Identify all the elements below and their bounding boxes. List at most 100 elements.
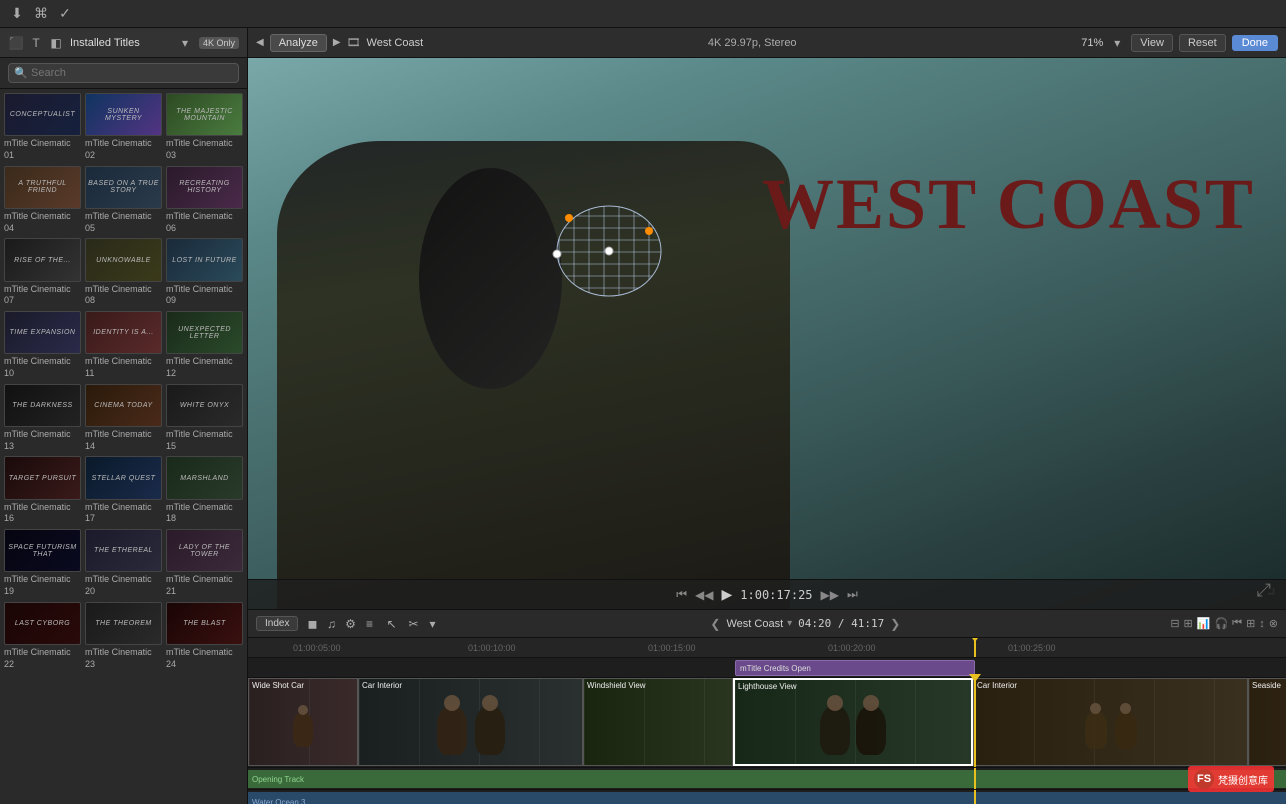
prev-frame-icon[interactable]: ⏮ <box>676 587 687 602</box>
solo-icon[interactable]: ⊗ <box>1269 617 1278 630</box>
analyze-button[interactable]: Analyze <box>270 34 327 52</box>
title-item[interactable]: LAST CYBORGmTitle Cinematic 22 <box>4 602 81 671</box>
clip-car-interior-1[interactable]: Car Interior <box>358 678 583 766</box>
key-icon[interactable]: ⌘ <box>32 5 50 23</box>
main-layout: ⬛ T ◧ Installed Titles ▾ 4K Only 🔍 CONCE… <box>0 28 1286 804</box>
audio-icon[interactable]: ♫ <box>323 616 339 632</box>
zoom-fit-icon[interactable]: ⊟ <box>1170 617 1179 630</box>
forward-arrow-icon[interactable]: ▶ <box>333 37 341 48</box>
cursor-icon[interactable]: ↖ <box>383 616 399 632</box>
title-thumbnail: RECREATING HISTORY <box>166 166 243 209</box>
main-clips-row: Wide Shot Car Car Interior <box>248 678 1286 768</box>
clip-seaside[interactable]: Seaside <box>1248 678 1286 766</box>
title-thumb-text: MARSHLAND <box>178 473 230 484</box>
title-item[interactable]: THE BLASTmTitle Cinematic 24 <box>166 602 243 671</box>
title-item[interactable]: BASED ON A TRUE STORYmTitle Cinematic 05 <box>85 166 162 235</box>
clip-nav-right[interactable]: ❯ <box>890 617 900 631</box>
title-item[interactable]: UNKNOWABLEmTitle Cinematic 08 <box>85 238 162 307</box>
transitions-icon[interactable]: ◧ <box>48 35 64 51</box>
razor-icon[interactable]: ✂ <box>405 616 421 632</box>
title-item[interactable]: THE DARKNESSmTitle Cinematic 13 <box>4 384 81 453</box>
done-button[interactable]: Done <box>1232 35 1278 51</box>
next-frame-icon[interactable]: ⏭ <box>847 587 858 602</box>
4k-badge: 4K Only <box>199 37 239 49</box>
check-icon[interactable]: ✓ <box>56 5 74 23</box>
mtitle-credits-clip[interactable]: mTitle Credits Open <box>735 660 975 676</box>
film-people-5 <box>974 694 1247 765</box>
view-options-icon[interactable]: ⊞ <box>1246 617 1255 630</box>
title-item[interactable]: TIME EXPANSIONmTitle Cinematic 10 <box>4 311 81 380</box>
fast-forward-icon[interactable]: ▶▶ <box>821 588 839 602</box>
title-item[interactable]: IDENTITY IS A...mTitle Cinematic 11 <box>85 311 162 380</box>
title-item[interactable]: A TRUTHFUL FRIENDmTitle Cinematic 04 <box>4 166 81 235</box>
title-item[interactable]: THE MAJESTIC MOUNTAINmTitle Cinematic 03 <box>166 93 243 162</box>
view-button[interactable]: View <box>1131 34 1173 52</box>
zoom-dropdown-icon[interactable]: ▾ <box>1109 35 1125 51</box>
headphone-icon[interactable]: 🎧 <box>1214 617 1228 630</box>
clip-height-icon[interactable]: ↕ <box>1259 618 1265 630</box>
opening-track-clip[interactable]: Opening Track <box>248 770 1286 788</box>
title-item[interactable]: Lost in futuremTitle Cinematic 09 <box>166 238 243 307</box>
clip-wide-shot-car[interactable]: Wide Shot Car <box>248 678 358 766</box>
search-icon: 🔍 <box>14 67 28 80</box>
title-label: mTitle Cinematic 22 <box>4 647 81 670</box>
title-thumb-text: BASED ON A TRUE STORY <box>86 178 161 196</box>
title-thumbnail: IDENTITY IS A... <box>85 311 162 354</box>
title-item[interactable]: MARSHLANDmTitle Cinematic 18 <box>166 456 243 525</box>
title-item[interactable]: STELLAR QUESTmTitle Cinematic 17 <box>85 456 162 525</box>
audio-meter-icon[interactable]: 📊 <box>1197 617 1211 630</box>
installed-titles-label: Installed Titles <box>70 37 171 49</box>
title-item[interactable]: RISE OF THE...mTitle Cinematic 07 <box>4 238 81 307</box>
title-item[interactable]: RECREATING HISTORYmTitle Cinematic 06 <box>166 166 243 235</box>
settings-icon[interactable]: ⚙ <box>342 616 358 632</box>
preview-title-text: WEST COAST <box>762 168 1255 240</box>
ruler-playhead[interactable] <box>974 638 976 657</box>
ruler-track: 01:00:05:00 01:00:10:00 01:00:15:00 01:0… <box>248 638 1286 657</box>
rewind-icon[interactable]: ◀◀ <box>695 588 713 602</box>
title-item[interactable]: THE THEOREMmTitle Cinematic 23 <box>85 602 162 671</box>
title-thumbnail: UNEXPECTED LETTER <box>166 311 243 354</box>
tool-icons: ✂ ▾ <box>405 616 440 632</box>
clip-lighthouse-view[interactable]: Lighthouse View <box>733 678 973 766</box>
watermark-text: 梵摄创意库 <box>1218 772 1268 787</box>
tl-toolbar-right: ⊟ ⊞ 📊 🎧 ⏮ ⊞ ↕ ⊗ <box>1170 617 1278 630</box>
title-item[interactable]: UNEXPECTED LETTERmTitle Cinematic 12 <box>166 311 243 380</box>
title-thumbnail: SPACE FUTURISM THAT <box>4 529 81 572</box>
water-ocean-clip[interactable]: Water Ocean 3 <box>248 792 1286 804</box>
search-input[interactable] <box>8 63 239 83</box>
title-thumbnail: BASED ON A TRUE STORY <box>85 166 162 209</box>
expand-icon[interactable]: ⤢ <box>1257 580 1271 601</box>
more-tools-icon[interactable]: ▾ <box>424 616 440 632</box>
title-item[interactable]: TARGET PURSUITmTitle Cinematic 16 <box>4 456 81 525</box>
title-item[interactable]: CINEMA TODAYmTitle Cinematic 14 <box>85 384 162 453</box>
title-label: mTitle Cinematic 03 <box>166 138 243 161</box>
play-button[interactable]: ▶ <box>721 586 732 603</box>
dropdown-icon[interactable]: ▾ <box>177 35 193 51</box>
titles-icon[interactable]: T <box>28 35 44 51</box>
title-item[interactable]: LADY OF THE TOWERmTitle Cinematic 21 <box>166 529 243 598</box>
download-icon[interactable]: ⬇ <box>8 5 26 23</box>
mesh-svg <box>539 196 679 306</box>
layout-icon[interactable]: ≡ <box>361 616 377 632</box>
clip-nav-left[interactable]: ❮ <box>710 617 720 631</box>
title-item[interactable]: THE ETHEREALmTitle Cinematic 20 <box>85 529 162 598</box>
zoom-level: 71% <box>1081 37 1103 49</box>
back-arrow-icon[interactable]: ◀ <box>256 37 264 48</box>
clip-windshield-view[interactable]: Windshield View <box>583 678 733 766</box>
title-label: mTitle Cinematic 23 <box>85 647 162 670</box>
clip-dropdown-icon[interactable]: ▾ <box>787 618 792 629</box>
reset-button[interactable]: Reset <box>1179 34 1226 52</box>
playhead-handle[interactable] <box>969 638 981 642</box>
clip-car-interior-2[interactable]: Car Interior <box>973 678 1248 766</box>
title-item[interactable]: WHITE ONYXmTitle Cinematic 15 <box>166 384 243 453</box>
zoom-in-icon[interactable]: ⊞ <box>1184 617 1193 630</box>
face-mesh-overlay[interactable] <box>539 196 679 306</box>
title-item[interactable]: CONCEPTUALISTmTitle Cinematic 01 <box>4 93 81 162</box>
title-item[interactable]: SUNKEN MYSTERYmTitle Cinematic 02 <box>85 93 162 162</box>
index-button[interactable]: Index <box>256 616 298 631</box>
clip-icon[interactable]: ◼ <box>304 616 320 632</box>
title-item[interactable]: SPACE FUTURISM THATmTitle Cinematic 19 <box>4 529 81 598</box>
skip-back-icon[interactable]: ⏮ <box>1232 617 1242 630</box>
clip-label-3: Windshield View <box>587 681 646 690</box>
media-icon[interactable]: ⬛ <box>8 35 24 51</box>
